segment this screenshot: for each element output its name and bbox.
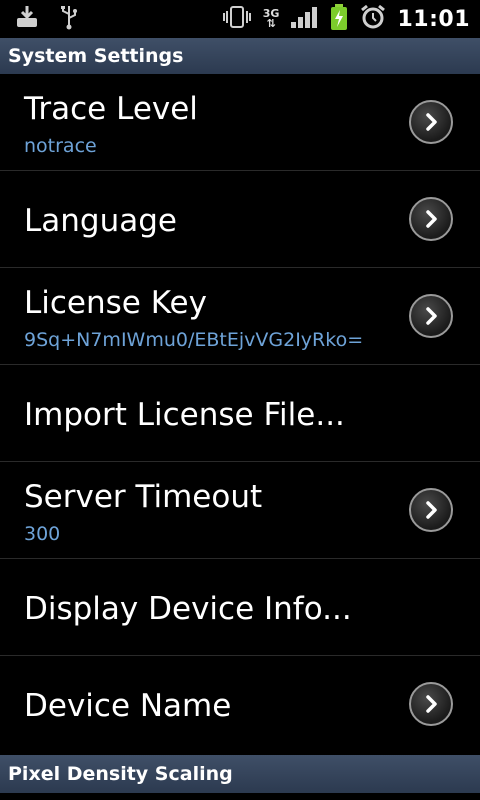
- status-bar: 3G ⇅ 11:01: [0, 0, 480, 38]
- setting-device-name[interactable]: Device Name: [0, 657, 480, 753]
- setting-subtitle: 9Sq+N7mIWmu0/EBtEjvVG2IyRko=: [24, 329, 364, 351]
- setting-title: Server Timeout: [24, 479, 263, 515]
- alarm-icon: [359, 3, 387, 35]
- setting-title: Display Device Info...: [24, 591, 352, 627]
- setting-trace-level[interactable]: Trace Level notrace: [0, 75, 480, 171]
- setting-server-timeout[interactable]: Server Timeout 300: [0, 463, 480, 559]
- setting-title: License Key: [24, 285, 207, 321]
- chevron-right-icon: [409, 682, 453, 726]
- setting-title: Device Name: [24, 688, 232, 724]
- network-type-icon: 3G ⇅: [262, 7, 280, 30]
- section-header-label: System Settings: [8, 45, 184, 67]
- chevron-right-icon: [409, 100, 453, 144]
- setting-title: Language: [24, 203, 177, 239]
- clock-time: 11:01: [397, 6, 470, 32]
- setting-subtitle: notrace: [24, 135, 97, 157]
- section-header-pixel-density-scaling: Pixel Density Scaling: [0, 755, 480, 793]
- chevron-right-icon: [409, 197, 453, 241]
- signal-icon: [289, 4, 319, 34]
- setting-title: Trace Level: [24, 91, 198, 127]
- battery-charging-icon: [329, 3, 349, 35]
- section-header-label: Pixel Density Scaling: [8, 763, 233, 785]
- chevron-right-icon: [409, 294, 453, 338]
- section-header-system-settings: System Settings: [0, 38, 480, 74]
- setting-license-key[interactable]: License Key 9Sq+N7mIWmu0/EBtEjvVG2IyRko=: [0, 269, 480, 365]
- setting-display-device-info[interactable]: Display Device Info...: [0, 560, 480, 656]
- setting-language[interactable]: Language: [0, 172, 480, 268]
- vibrate-icon: [221, 4, 253, 34]
- download-icon: [14, 4, 40, 34]
- setting-title: Import License File...: [24, 397, 345, 433]
- setting-subtitle: 300: [24, 523, 61, 545]
- setting-import-license-file[interactable]: Import License File...: [0, 366, 480, 462]
- usb-icon: [58, 4, 80, 34]
- chevron-right-icon: [409, 488, 453, 532]
